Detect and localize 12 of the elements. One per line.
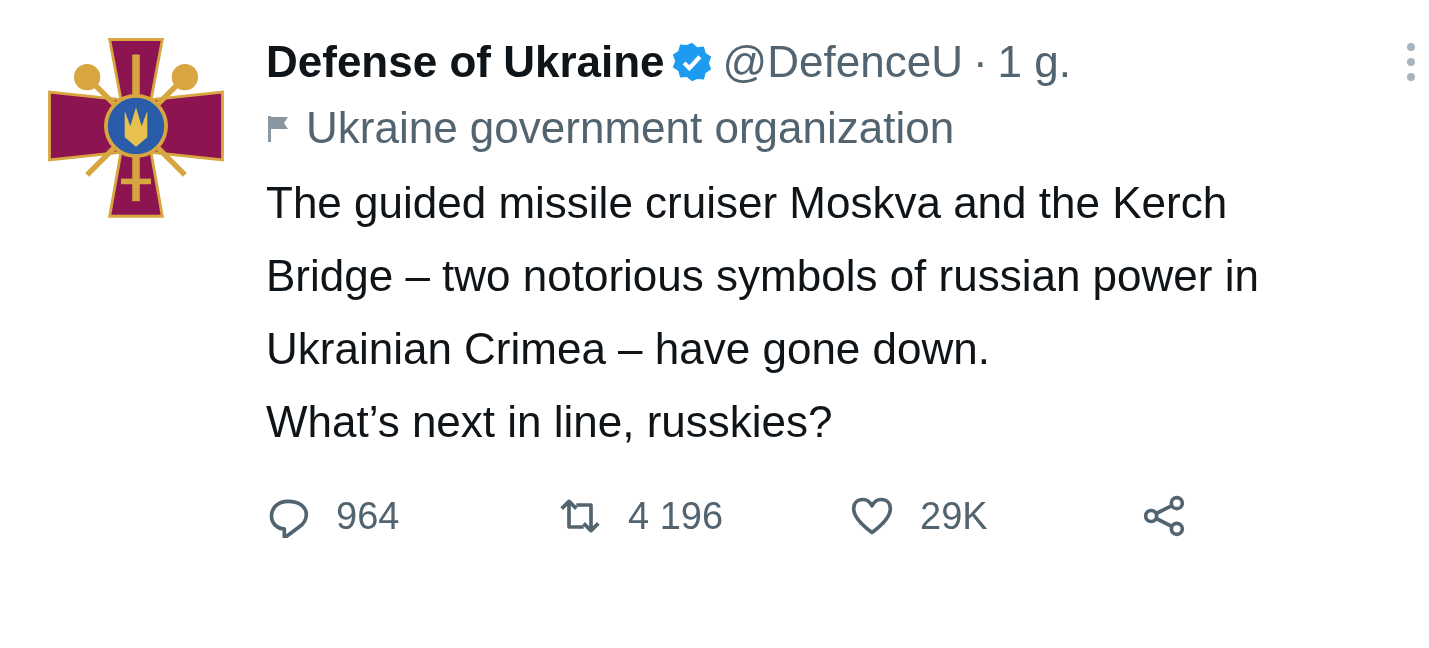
author-name[interactable]: Defense of Ukraine (266, 37, 665, 87)
action-count: 29K (920, 494, 988, 538)
tweet-text: The guided missile cruiser Moskva and the Kerch Bridge – two notorious symbols of russian power in Ukrainian Crimea – have gone down. (266, 177, 1260, 375)
separator: · (972, 37, 988, 87)
flag-icon (266, 113, 290, 143)
author-handle[interactable]: @DefenceU (722, 37, 963, 87)
tweet-time[interactable]: 1 g. (997, 37, 1071, 87)
tweet-text: What’s next in line, russkies? (266, 396, 834, 448)
account-label: Ukraine government organization (306, 103, 955, 153)
share-icon[interactable] (1142, 494, 1186, 538)
action-count: 4 196 (628, 494, 724, 538)
action-count: 964 (336, 494, 400, 538)
